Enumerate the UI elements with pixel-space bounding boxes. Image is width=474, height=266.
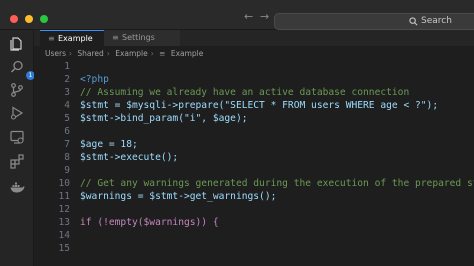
docker-icon[interactable] xyxy=(9,179,25,195)
source-control-icon[interactable] xyxy=(9,82,25,98)
line-number: 9 xyxy=(64,165,70,176)
breadcrumb-item[interactable]: Example xyxy=(115,49,148,58)
run-debug-icon[interactable] xyxy=(9,105,25,121)
maximize-window-button[interactable] xyxy=(40,15,48,23)
breadcrumb-item[interactable]: Example xyxy=(171,49,204,58)
activity-bar: 1 xyxy=(0,30,35,266)
search-icon xyxy=(409,17,418,26)
extensions-icon[interactable] xyxy=(9,153,25,169)
files-icon[interactable] xyxy=(9,36,25,52)
code-line: $stmt->execute(); xyxy=(80,152,179,163)
line-number: 6 xyxy=(64,126,70,137)
code-line: $stmt = $mysqli->prepare("SELECT * FROM … xyxy=(80,100,439,111)
forward-arrow-icon[interactable]: → xyxy=(260,11,269,23)
line-number: 13 xyxy=(58,217,70,228)
chevron-right-icon: › xyxy=(69,49,73,58)
tab-settings[interactable]: ≡ Settings xyxy=(104,30,180,46)
command-center-search[interactable]: Search xyxy=(274,13,474,30)
minimize-window-button[interactable] xyxy=(25,15,33,23)
line-number: 8 xyxy=(64,152,70,163)
breadcrumb-item[interactable]: Shared xyxy=(77,49,103,58)
remote-explorer-icon[interactable] xyxy=(9,129,25,145)
line-number: 2 xyxy=(64,74,70,85)
line-number: 5 xyxy=(64,113,70,124)
line-number: 3 xyxy=(64,87,70,98)
code-line: // Assuming we already have an active da… xyxy=(80,87,410,98)
line-number: 1 xyxy=(64,61,70,72)
editor-tab-bar: ≡ Example ≡ Settings xyxy=(34,30,474,46)
chevron-right-icon: › xyxy=(106,49,110,58)
tab-label: Settings xyxy=(122,33,155,42)
code-line: $warnings = $stmt->get_warnings(); xyxy=(80,191,277,202)
file-lines-icon: ≡ xyxy=(112,33,119,42)
search-icon[interactable] xyxy=(9,59,25,75)
line-number: 14 xyxy=(58,230,70,241)
line-number: 11 xyxy=(58,191,70,202)
code-line: // Get any warnings generated during the… xyxy=(80,178,474,189)
code-line: $age = 18; xyxy=(80,139,138,150)
line-number: 4 xyxy=(64,100,70,111)
file-lines-icon: ≡ xyxy=(48,34,55,43)
breadcrumb-item[interactable]: Users xyxy=(45,49,66,58)
code-line: $stmt->bind_param("i", $age); xyxy=(80,113,248,124)
line-number: 10 xyxy=(58,178,70,189)
search-label: Search xyxy=(421,16,452,26)
back-arrow-icon[interactable]: ← xyxy=(244,11,253,23)
line-number: 15 xyxy=(58,243,70,254)
tab-label: Example xyxy=(58,34,93,43)
tab-example[interactable]: ≡ Example xyxy=(40,30,104,46)
code-line: <?php xyxy=(80,74,109,85)
close-window-button[interactable] xyxy=(10,15,18,23)
line-number: 7 xyxy=(64,139,70,150)
code-editor[interactable]: 1 2 3 4 5 6 7 8 9 10 11 12 13 14 15 <?ph… xyxy=(34,60,474,266)
breadcrumb: Users › Shared › Example › ≡ Example xyxy=(45,48,206,60)
line-number: 12 xyxy=(58,204,70,215)
file-lines-icon: ≡ xyxy=(159,49,166,58)
chevron-right-icon: › xyxy=(150,49,154,58)
code-line: if (!empty($warnings)) { xyxy=(80,217,219,228)
title-bar: ← → Search xyxy=(0,0,474,30)
